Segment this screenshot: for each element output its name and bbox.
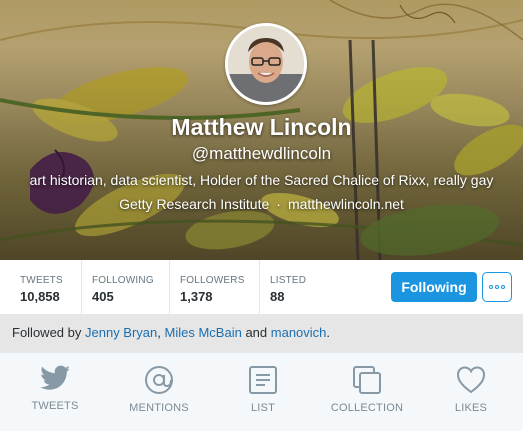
more-dots-icon (501, 285, 505, 289)
tab-collection[interactable]: COLLECTION (315, 353, 419, 431)
bio: art historian, data scientist, Holder of… (29, 172, 494, 188)
more-dots-icon (495, 285, 499, 289)
bird-icon (40, 365, 70, 390)
tab-likes[interactable]: LIKES (419, 353, 523, 431)
followed-by-and: and (245, 325, 268, 340)
stat-label: TWEETS (20, 275, 63, 286)
stat-label: LISTED (270, 275, 307, 286)
stat-label: FOLLOWERS (180, 275, 245, 286)
heart-icon (456, 366, 486, 394)
following-button[interactable]: Following (391, 272, 477, 302)
profile-tabs: TWEETS MENTIONS LIST COLLECTION LIKES (0, 352, 523, 431)
follower-link[interactable]: Jenny Bryan (85, 325, 157, 340)
tab-label: MENTIONS (129, 402, 189, 414)
stat-value: 1,378 (180, 289, 213, 304)
profile-info: Matthew Lincoln @matthewdlincoln art his… (0, 113, 523, 214)
at-icon (145, 366, 173, 394)
tab-label: TWEETS (31, 400, 79, 412)
handle[interactable]: @matthewdlincoln (0, 143, 523, 165)
more-dots-icon (489, 285, 493, 289)
meta-separator: · (276, 196, 281, 212)
followed-by-prefix: Followed by (12, 325, 82, 340)
list-icon (249, 366, 277, 394)
stat-tweets[interactable]: TWEETS 10,858 (10, 260, 81, 314)
stat-label: FOLLOWING (92, 275, 154, 286)
follower-link[interactable]: Miles McBain (165, 325, 242, 340)
avatar-photo (228, 26, 304, 102)
followed-by-suffix: . (326, 325, 331, 340)
location: Getty Research Institute (119, 196, 270, 212)
more-options-button[interactable] (482, 272, 512, 302)
tab-mentions[interactable]: MENTIONS (107, 353, 211, 431)
profile-card: Matthew Lincoln @matthewdlincoln art his… (0, 0, 523, 431)
followed-by-bar: Followed by Jenny Bryan, Miles McBain an… (0, 315, 523, 352)
tab-label: LIKES (454, 402, 488, 414)
tab-tweets[interactable]: TWEETS (3, 353, 107, 431)
profile-banner: Matthew Lincoln @matthewdlincoln art his… (0, 0, 523, 260)
website-link[interactable]: matthewlincoln.net (288, 196, 404, 212)
stat-value: 10,858 (20, 289, 60, 304)
collection-icon (353, 366, 381, 394)
tab-label: COLLECTION (330, 402, 404, 414)
tab-label: LIST (250, 402, 276, 414)
stat-followers[interactable]: FOLLOWERS 1,378 (169, 260, 258, 314)
avatar[interactable] (225, 23, 307, 105)
stat-value: 405 (92, 289, 114, 304)
profile-meta: Getty Research Institute · matthewlincoln.… (0, 194, 523, 214)
stat-following[interactable]: FOLLOWING 405 (81, 260, 170, 314)
follower-link[interactable]: manovich (271, 325, 327, 340)
tab-list[interactable]: LIST (211, 353, 315, 431)
followed-by-comma: , (157, 325, 161, 340)
display-name: Matthew Lincoln (171, 114, 352, 140)
stat-value: 88 (270, 289, 285, 304)
stat-listed[interactable]: LISTED 88 (259, 260, 330, 314)
